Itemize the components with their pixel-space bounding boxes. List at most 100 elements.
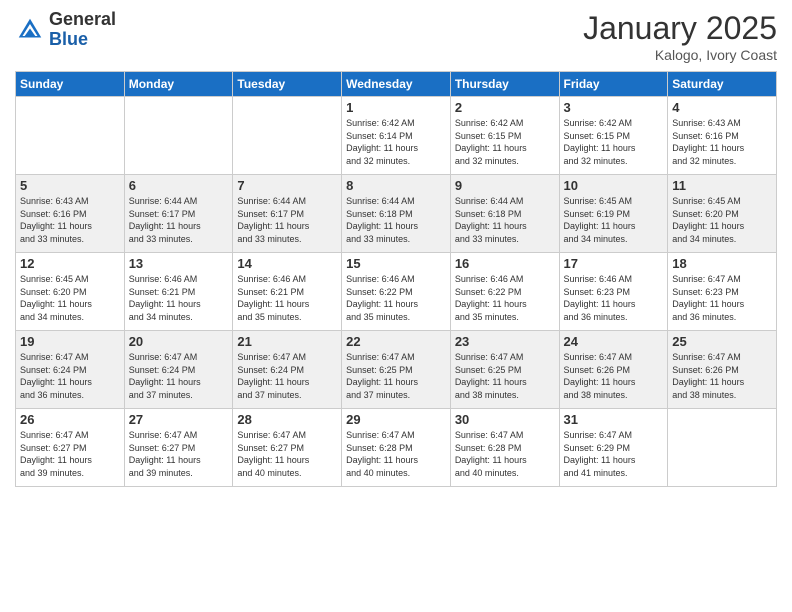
day-info: Sunrise: 6:47 AM Sunset: 6:28 PM Dayligh… [346, 429, 446, 479]
page: General Blue January 2025 Kalogo, Ivory … [0, 0, 792, 612]
day-number: 26 [20, 412, 120, 427]
day-number: 21 [237, 334, 337, 349]
day-info: Sunrise: 6:44 AM Sunset: 6:18 PM Dayligh… [455, 195, 555, 245]
day-number: 17 [564, 256, 664, 271]
day-number: 5 [20, 178, 120, 193]
calendar-cell: 30 Sunrise: 6:47 AM Sunset: 6:28 PM Dayli… [450, 409, 559, 487]
day-number: 28 [237, 412, 337, 427]
calendar-cell: 27 Sunrise: 6:47 AM Sunset: 6:27 PM Dayli… [124, 409, 233, 487]
header: General Blue January 2025 Kalogo, Ivory … [15, 10, 777, 63]
day-number: 19 [20, 334, 120, 349]
calendar-cell: 23 Sunrise: 6:47 AM Sunset: 6:25 PM Dayli… [450, 331, 559, 409]
day-info: Sunrise: 6:45 AM Sunset: 6:19 PM Dayligh… [564, 195, 664, 245]
day-number: 30 [455, 412, 555, 427]
calendar: SundayMondayTuesdayWednesdayThursdayFrid… [15, 71, 777, 487]
calendar-cell: 28 Sunrise: 6:47 AM Sunset: 6:27 PM Dayli… [233, 409, 342, 487]
weekday-header: Sunday [16, 72, 125, 97]
weekday-header: Tuesday [233, 72, 342, 97]
day-number: 9 [455, 178, 555, 193]
day-info: Sunrise: 6:47 AM Sunset: 6:24 PM Dayligh… [20, 351, 120, 401]
day-info: Sunrise: 6:47 AM Sunset: 6:24 PM Dayligh… [237, 351, 337, 401]
weekday-header: Saturday [668, 72, 777, 97]
day-info: Sunrise: 6:44 AM Sunset: 6:17 PM Dayligh… [237, 195, 337, 245]
day-number: 16 [455, 256, 555, 271]
calendar-cell: 24Sunrise: 6:47 AM Sunset: 6:26 PM Dayli… [559, 331, 668, 409]
calendar-cell: 5 Sunrise: 6:43 AM Sunset: 6:16 PM Daylig… [16, 175, 125, 253]
calendar-cell: 25Sunrise: 6:47 AM Sunset: 6:26 PM Dayli… [668, 331, 777, 409]
day-info: Sunrise: 6:47 AM Sunset: 6:25 PM Dayligh… [346, 351, 446, 401]
logo-icon [15, 15, 45, 45]
day-info: Sunrise: 6:45 AM Sunset: 6:20 PM Dayligh… [672, 195, 772, 245]
logo-blue: Blue [49, 30, 116, 50]
calendar-cell: 12Sunrise: 6:45 AM Sunset: 6:20 PM Dayli… [16, 253, 125, 331]
calendar-cell: 22 Sunrise: 6:47 AM Sunset: 6:25 PM Dayli… [342, 331, 451, 409]
day-info: Sunrise: 6:47 AM Sunset: 6:25 PM Dayligh… [455, 351, 555, 401]
title-block: January 2025 Kalogo, Ivory Coast [583, 10, 777, 63]
calendar-cell: 20 Sunrise: 6:47 AM Sunset: 6:24 PM Dayli… [124, 331, 233, 409]
day-info: Sunrise: 6:44 AM Sunset: 6:17 PM Dayligh… [129, 195, 229, 245]
calendar-week-row: 26 Sunrise: 6:47 AM Sunset: 6:27 PM Dayli… [16, 409, 777, 487]
day-info: Sunrise: 6:43 AM Sunset: 6:16 PM Dayligh… [20, 195, 120, 245]
day-info: Sunrise: 6:42 AM Sunset: 6:15 PM Dayligh… [564, 117, 664, 167]
location: Kalogo, Ivory Coast [583, 47, 777, 63]
calendar-cell: 15Sunrise: 6:46 AM Sunset: 6:22 PM Dayli… [342, 253, 451, 331]
calendar-cell: 8Sunrise: 6:44 AM Sunset: 6:18 PM Daylig… [342, 175, 451, 253]
calendar-cell: 7 Sunrise: 6:44 AM Sunset: 6:17 PM Daylig… [233, 175, 342, 253]
day-info: Sunrise: 6:46 AM Sunset: 6:22 PM Dayligh… [455, 273, 555, 323]
weekday-header-row: SundayMondayTuesdayWednesdayThursdayFrid… [16, 72, 777, 97]
calendar-week-row: 12Sunrise: 6:45 AM Sunset: 6:20 PM Dayli… [16, 253, 777, 331]
day-number: 31 [564, 412, 664, 427]
calendar-cell: 4Sunrise: 6:43 AM Sunset: 6:16 PM Daylig… [668, 97, 777, 175]
calendar-cell [233, 97, 342, 175]
day-info: Sunrise: 6:47 AM Sunset: 6:28 PM Dayligh… [455, 429, 555, 479]
day-info: Sunrise: 6:42 AM Sunset: 6:14 PM Dayligh… [346, 117, 446, 167]
day-number: 14 [237, 256, 337, 271]
day-number: 18 [672, 256, 772, 271]
calendar-cell: 14Sunrise: 6:46 AM Sunset: 6:21 PM Dayli… [233, 253, 342, 331]
calendar-cell: 1 Sunrise: 6:42 AM Sunset: 6:14 PM Daylig… [342, 97, 451, 175]
day-number: 25 [672, 334, 772, 349]
day-info: Sunrise: 6:46 AM Sunset: 6:21 PM Dayligh… [129, 273, 229, 323]
calendar-cell: 19 Sunrise: 6:47 AM Sunset: 6:24 PM Dayli… [16, 331, 125, 409]
day-number: 29 [346, 412, 446, 427]
day-number: 1 [346, 100, 446, 115]
day-number: 27 [129, 412, 229, 427]
weekday-header: Wednesday [342, 72, 451, 97]
day-info: Sunrise: 6:42 AM Sunset: 6:15 PM Dayligh… [455, 117, 555, 167]
month-title: January 2025 [583, 10, 777, 47]
calendar-cell: 10 Sunrise: 6:45 AM Sunset: 6:19 PM Dayli… [559, 175, 668, 253]
weekday-header: Monday [124, 72, 233, 97]
day-info: Sunrise: 6:46 AM Sunset: 6:22 PM Dayligh… [346, 273, 446, 323]
calendar-cell [124, 97, 233, 175]
day-number: 22 [346, 334, 446, 349]
day-number: 12 [20, 256, 120, 271]
day-number: 24 [564, 334, 664, 349]
calendar-cell [668, 409, 777, 487]
day-number: 8 [346, 178, 446, 193]
logo-general: General [49, 10, 116, 30]
logo-text: General Blue [49, 10, 116, 50]
calendar-cell: 16 Sunrise: 6:46 AM Sunset: 6:22 PM Dayli… [450, 253, 559, 331]
calendar-cell: 18Sunrise: 6:47 AM Sunset: 6:23 PM Dayli… [668, 253, 777, 331]
day-info: Sunrise: 6:43 AM Sunset: 6:16 PM Dayligh… [672, 117, 772, 167]
day-number: 23 [455, 334, 555, 349]
calendar-cell: 17 Sunrise: 6:46 AM Sunset: 6:23 PM Dayli… [559, 253, 668, 331]
calendar-week-row: 19 Sunrise: 6:47 AM Sunset: 6:24 PM Dayli… [16, 331, 777, 409]
day-info: Sunrise: 6:47 AM Sunset: 6:27 PM Dayligh… [237, 429, 337, 479]
calendar-cell: 11Sunrise: 6:45 AM Sunset: 6:20 PM Dayli… [668, 175, 777, 253]
calendar-week-row: 5 Sunrise: 6:43 AM Sunset: 6:16 PM Daylig… [16, 175, 777, 253]
day-number: 20 [129, 334, 229, 349]
calendar-cell: 2Sunrise: 6:42 AM Sunset: 6:15 PM Daylig… [450, 97, 559, 175]
calendar-week-row: 1 Sunrise: 6:42 AM Sunset: 6:14 PM Daylig… [16, 97, 777, 175]
calendar-cell: 3Sunrise: 6:42 AM Sunset: 6:15 PM Daylig… [559, 97, 668, 175]
day-info: Sunrise: 6:47 AM Sunset: 6:29 PM Dayligh… [564, 429, 664, 479]
calendar-cell: 29 Sunrise: 6:47 AM Sunset: 6:28 PM Dayli… [342, 409, 451, 487]
day-info: Sunrise: 6:46 AM Sunset: 6:23 PM Dayligh… [564, 273, 664, 323]
weekday-header: Thursday [450, 72, 559, 97]
day-info: Sunrise: 6:47 AM Sunset: 6:27 PM Dayligh… [20, 429, 120, 479]
day-info: Sunrise: 6:47 AM Sunset: 6:27 PM Dayligh… [129, 429, 229, 479]
day-number: 10 [564, 178, 664, 193]
day-number: 7 [237, 178, 337, 193]
day-info: Sunrise: 6:47 AM Sunset: 6:24 PM Dayligh… [129, 351, 229, 401]
calendar-cell: 21 Sunrise: 6:47 AM Sunset: 6:24 PM Dayli… [233, 331, 342, 409]
